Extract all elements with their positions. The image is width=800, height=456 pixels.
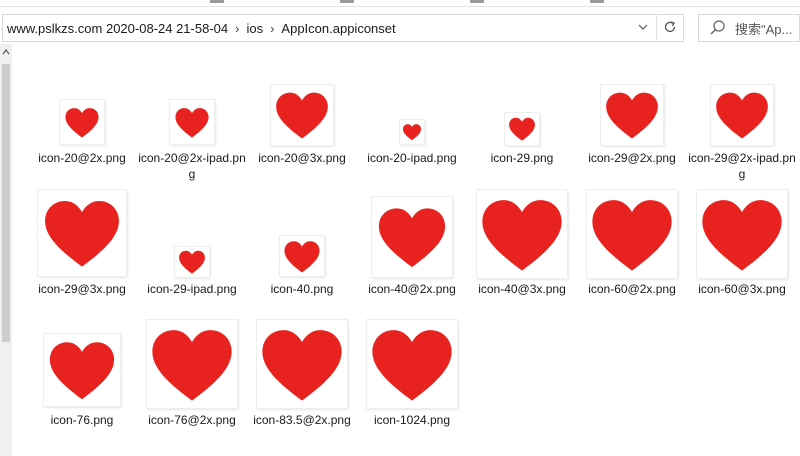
- file-thumbnail: [467, 113, 577, 145]
- thumbnail-frame: [44, 334, 120, 406]
- thumbnail-frame: [601, 85, 663, 145]
- file-name: icon-29@3x.png: [38, 282, 126, 296]
- heart-icon: [276, 92, 328, 139]
- file-name: icon-40.png: [270, 282, 334, 296]
- file-thumbnail: [577, 190, 687, 278]
- file-name: icon-60@2x.png: [588, 282, 676, 296]
- thumbnail-frame: [505, 113, 539, 145]
- heart-icon: [152, 329, 232, 401]
- thumbnail-frame: [280, 236, 324, 276]
- file-name: icon-76@2x.png: [148, 413, 236, 427]
- heart-icon: [49, 342, 115, 400]
- heart-icon: [372, 329, 452, 401]
- file-grid: icon-20@2x.png icon-20@2x-ipad.png icon-20…: [0, 0, 800, 456]
- file-name: icon-76.png: [50, 413, 114, 427]
- thumbnail-frame: [38, 190, 126, 276]
- file-name: icon-29-ipad.png: [147, 282, 237, 296]
- file-name: icon-60@3x.png: [698, 282, 786, 296]
- file-thumbnail: [137, 100, 247, 144]
- heart-icon: [592, 199, 672, 271]
- file-thumbnail: [247, 85, 357, 145]
- file-name: icon-20-ipad.png: [367, 151, 457, 165]
- file-name: icon-29.png: [490, 151, 554, 165]
- thumbnail-frame: [711, 85, 773, 145]
- heart-icon: [175, 107, 209, 138]
- file-name: icon-20@3x.png: [258, 151, 346, 165]
- file-name: icon-40@3x.png: [478, 282, 566, 296]
- thumbnail-frame: [367, 320, 457, 408]
- heart-icon: [702, 199, 782, 271]
- thumbnail-frame: [477, 190, 567, 278]
- file-thumbnail: [137, 247, 247, 277]
- file-name: icon-20@2x-ipad.png: [138, 151, 246, 181]
- file-name: icon-83.5@2x.png: [253, 413, 351, 427]
- heart-icon: [179, 250, 205, 274]
- file-name: icon-29@2x.png: [588, 151, 676, 165]
- file-thumbnail: [357, 120, 467, 144]
- file-thumbnail: [687, 85, 797, 145]
- heart-icon: [45, 201, 119, 267]
- thumbnail-frame: [60, 100, 104, 144]
- heart-icon: [262, 329, 342, 401]
- thumbnail-frame: [257, 320, 347, 408]
- thumbnail-frame: [372, 197, 452, 277]
- file-thumbnail: [137, 320, 247, 408]
- file-name: icon-29@2x-ipad.png: [688, 151, 796, 181]
- file-thumbnail: [27, 100, 137, 144]
- thumbnail-frame: [170, 100, 214, 144]
- heart-icon: [716, 92, 768, 139]
- heart-icon: [378, 208, 446, 268]
- heart-icon: [284, 240, 320, 272]
- thumbnail-frame: [587, 190, 677, 278]
- heart-icon: [65, 107, 99, 138]
- heart-icon: [402, 124, 422, 141]
- thumbnail-frame: [400, 120, 424, 144]
- file-name: icon-20@2x.png: [38, 151, 126, 165]
- file-name: icon-1024.png: [373, 413, 451, 427]
- heart-icon: [509, 117, 535, 141]
- file-thumbnail: [27, 334, 137, 406]
- thumbnail-frame: [271, 85, 333, 145]
- thumbnail-frame: [175, 247, 209, 277]
- thumbnail-frame: [147, 320, 237, 408]
- file-thumbnail: [247, 236, 357, 276]
- file-thumbnail: [687, 190, 797, 278]
- file-thumbnail: [467, 190, 577, 278]
- thumbnail-frame: [697, 190, 787, 278]
- file-thumbnail: [577, 85, 687, 145]
- file-thumbnail: [357, 197, 467, 277]
- file-thumbnail: [247, 320, 357, 408]
- heart-icon: [482, 199, 562, 271]
- file-thumbnail: [27, 190, 137, 276]
- heart-icon: [606, 92, 658, 139]
- file-name: icon-40@2x.png: [368, 282, 456, 296]
- file-thumbnail: [357, 320, 467, 408]
